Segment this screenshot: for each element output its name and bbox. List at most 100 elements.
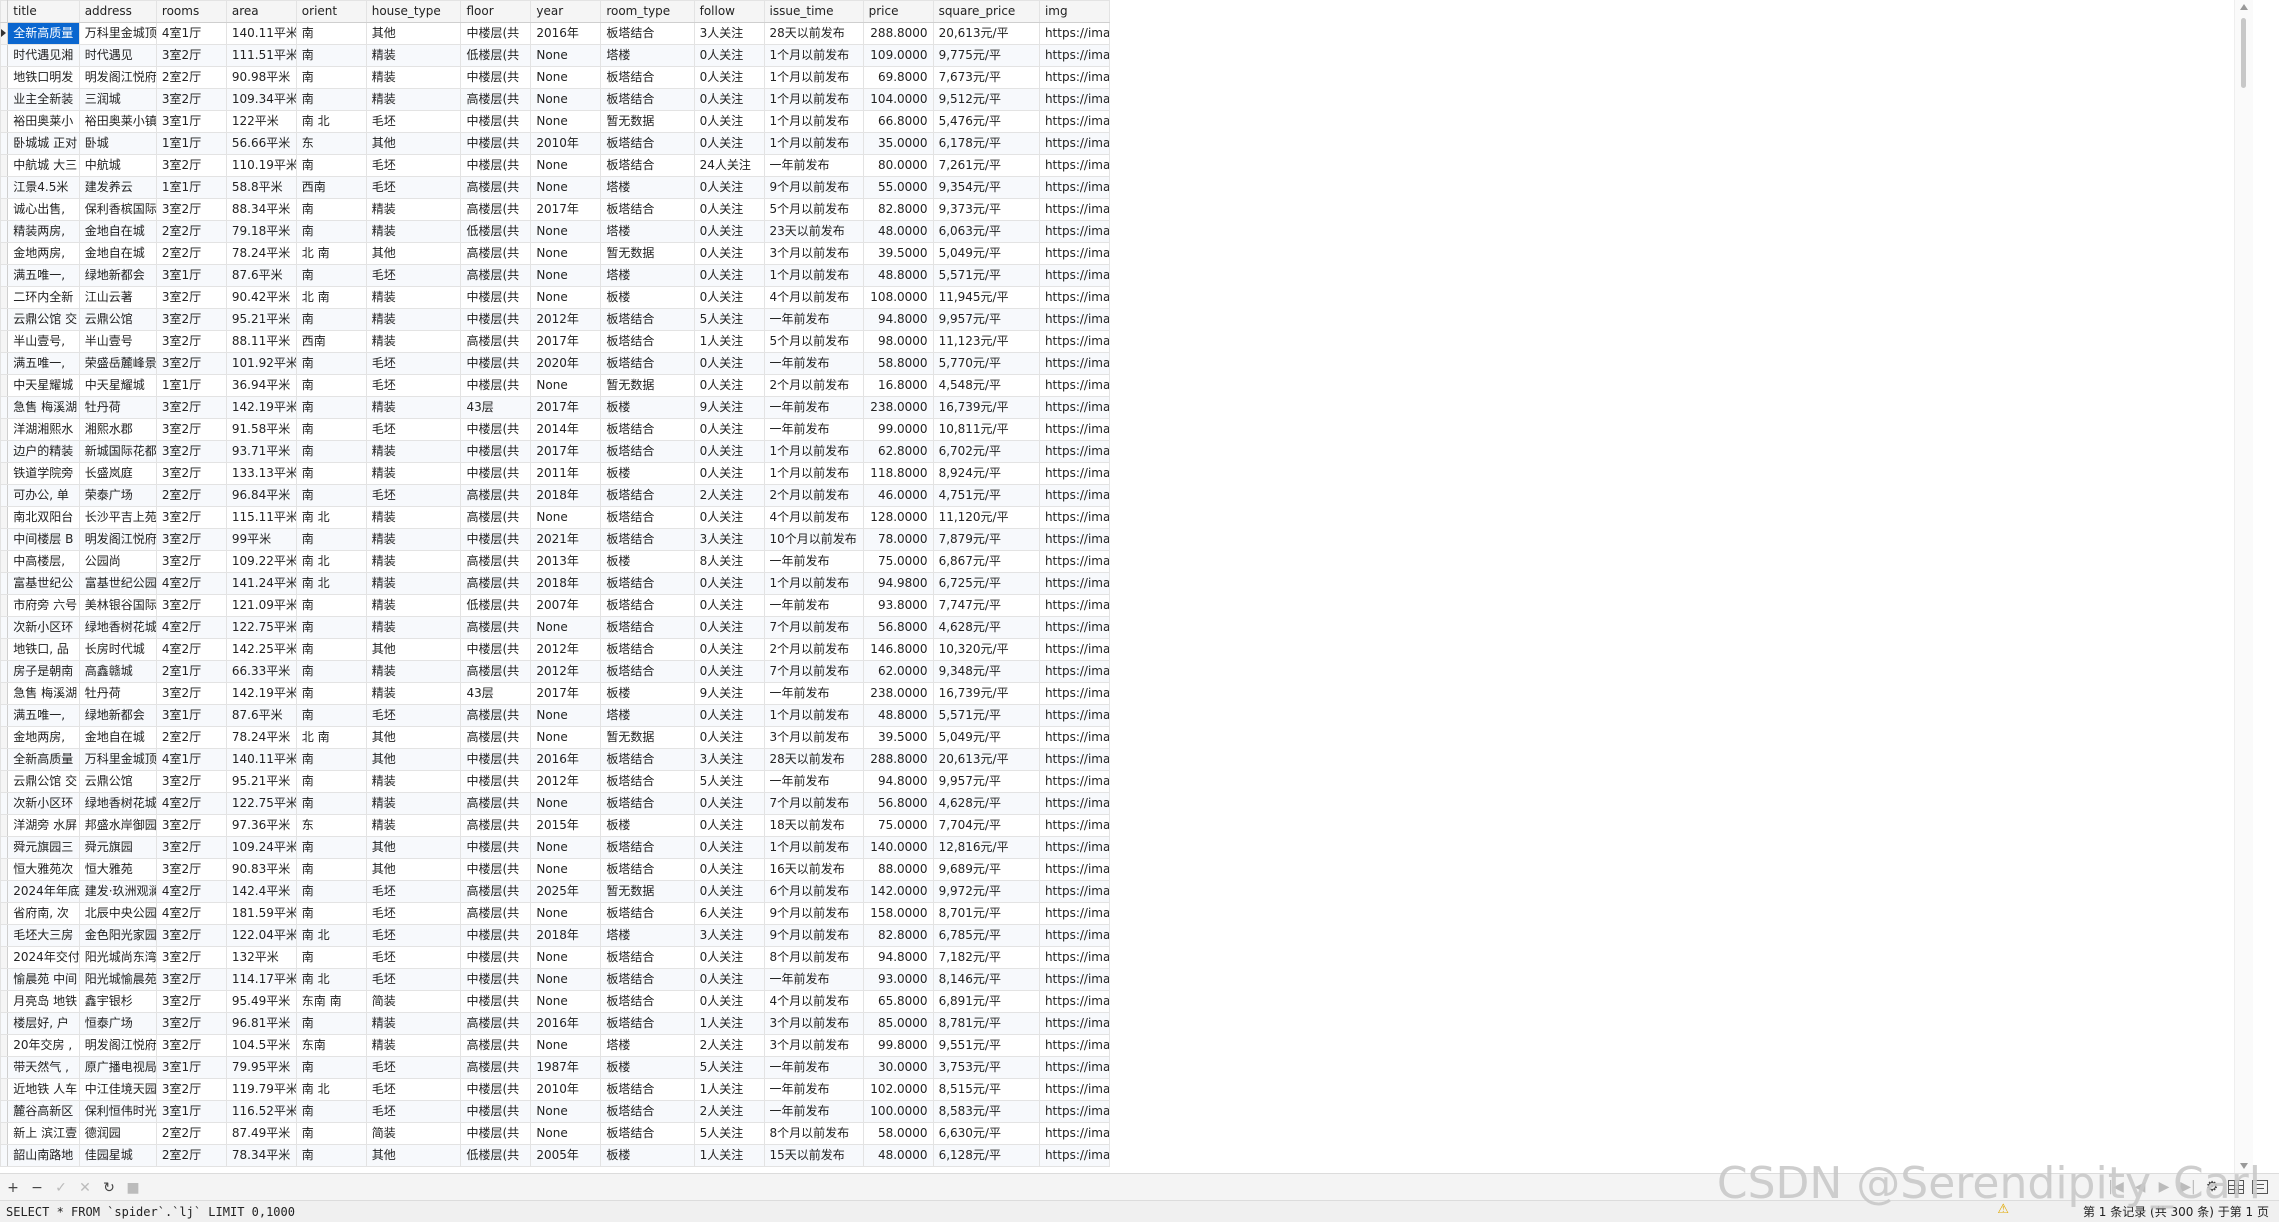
cell-square-price[interactable]: 6,891元/平 (932, 990, 1040, 1013)
cell-img[interactable]: https://ima (1038, 220, 1111, 243)
cell-room-type[interactable]: 板塔结合 (600, 132, 695, 155)
cell-floor[interactable]: 中楼层(共 (460, 770, 532, 793)
cell-room-type[interactable]: 板塔结合 (600, 1012, 695, 1035)
cell-square-price[interactable]: 16,739元/平 (932, 682, 1040, 705)
cell-follow[interactable]: 0人关注 (693, 44, 765, 67)
cell-rooms[interactable]: 2室1厅 (155, 660, 227, 683)
cell-floor[interactable]: 高楼层(共 (460, 880, 532, 903)
cell-follow[interactable]: 2人关注 (693, 1100, 765, 1123)
cell-rooms[interactable]: 1室1厅 (155, 132, 227, 155)
table-row[interactable]: 房子是朝南 高鑫赣城 2室1厅 66.33平米南精装 高楼层(共 2012年 板塔结合 0人关… (0, 660, 1111, 683)
cell-address[interactable]: 卧城 (78, 132, 157, 155)
cell-issue-time[interactable]: 9个月以前发布 (763, 176, 864, 199)
cell-title[interactable]: 急售 梅溪湖 (7, 682, 80, 705)
cell-follow[interactable]: 0人关注 (693, 858, 765, 881)
table-row[interactable]: 近地铁 人车 中江佳境天园 3室2厅 119.79平米南 北毛坯 中楼层(共 2010年板… (0, 1078, 1111, 1101)
cell-floor[interactable]: 中楼层(共 (460, 418, 532, 441)
cell-square-price[interactable]: 10,811元/平 (932, 418, 1040, 441)
cell-area[interactable]: 91.58平米 (225, 418, 297, 441)
cell-img[interactable]: https://ima (1038, 374, 1111, 397)
cell-rooms[interactable]: 4室2厅 (155, 902, 227, 925)
cell-floor[interactable]: 中楼层(共 (460, 286, 532, 309)
first-page-button[interactable]: |◀ (2105, 1176, 2127, 1198)
cell-floor[interactable]: 高楼层(共 (460, 1012, 532, 1035)
table-row[interactable]: 精装两房, 金地自在城 2室2厅 79.18平米南精装 低楼层(共 None 塔楼 0人关注 2… (0, 220, 1111, 243)
cell-img[interactable]: https://ima (1038, 44, 1111, 67)
warning-icon[interactable]: ⚠ (1997, 1202, 2009, 1217)
cell-img[interactable]: https://ima (1038, 176, 1111, 199)
cell-square-price[interactable]: 4,548元/平 (932, 374, 1040, 397)
cell-room-type[interactable]: 暂无数据 (600, 242, 695, 265)
cell-rooms[interactable]: 3室1厅 (155, 110, 227, 133)
cell-area[interactable]: 140.11平米 (225, 748, 297, 771)
cell-title[interactable]: 2024年年底 (7, 880, 80, 903)
cell-issue-time[interactable]: 一年前发布 (763, 682, 864, 705)
row-gutter[interactable] (0, 616, 9, 639)
cell-img[interactable]: https://ima (1038, 1034, 1111, 1057)
cell-room-type[interactable]: 板塔结合 (600, 968, 695, 991)
cell-house-type[interactable]: 精装 (365, 308, 462, 331)
cell-issue-time[interactable]: 3个月以前发布 (763, 242, 864, 265)
cell-area[interactable]: 142.19平米 (225, 396, 297, 419)
cell-house-type[interactable]: 毛坯 (365, 880, 462, 903)
cell-price[interactable]: 140.0000 (862, 836, 934, 859)
cell-square-price[interactable]: 5,770元/平 (932, 352, 1040, 375)
cell-area[interactable]: 95.21平米 (225, 770, 297, 793)
cell-floor[interactable]: 43层 (460, 396, 532, 419)
cell-issue-time[interactable]: 23天以前发布 (763, 220, 864, 243)
cell-address[interactable]: 绿地新都会 (78, 264, 157, 287)
cell-square-price[interactable]: 4,628元/平 (932, 616, 1040, 639)
cell-house-type[interactable]: 毛坯 (365, 946, 462, 969)
cell-orient[interactable]: 南 (295, 154, 367, 177)
cell-orient[interactable]: 西南 (295, 330, 367, 353)
cell-orient[interactable]: 南 (295, 44, 367, 67)
cell-area[interactable]: 78.24平米 (225, 726, 297, 749)
cell-issue-time[interactable]: 1个月以前发布 (763, 88, 864, 111)
cell-img[interactable]: https://ima (1038, 132, 1111, 155)
cell-address[interactable]: 建发养云 (78, 176, 157, 199)
cell-orient[interactable]: 南 (295, 748, 367, 771)
cell-issue-time[interactable]: 1个月以前发布 (763, 462, 864, 485)
table-row[interactable]: 地铁口, 品长房时代城 4室2厅 142.25平米南其他 中楼层(共 2012年 板塔结合… (0, 638, 1111, 661)
row-gutter[interactable] (0, 1034, 9, 1057)
cell-square-price[interactable]: 8,701元/平 (932, 902, 1040, 925)
cell-address[interactable]: 公园尚 (78, 550, 157, 573)
cell-area[interactable]: 121.09平米 (225, 594, 297, 617)
cell-title[interactable]: 江景4.5米 (7, 176, 80, 199)
cell-img[interactable]: https://ima (1038, 462, 1111, 485)
cell-title[interactable]: 时代遇见湘 (7, 44, 80, 67)
cell-floor[interactable]: 中楼层(共 (460, 924, 532, 947)
cell-follow[interactable]: 1人关注 (693, 1144, 765, 1167)
cell-square-price[interactable]: 9,689元/平 (932, 858, 1040, 881)
cell-price[interactable]: 48.8000 (862, 264, 934, 287)
cell-rooms[interactable]: 3室2厅 (155, 440, 227, 463)
cell-title[interactable]: 洋湖湘熙水 (7, 418, 80, 441)
row-gutter[interactable] (0, 462, 9, 485)
cell-follow[interactable]: 0人关注 (693, 66, 765, 89)
cell-square-price[interactable]: 8,583元/平 (932, 1100, 1040, 1123)
cell-floor[interactable]: 中楼层(共 (460, 154, 532, 177)
table-row[interactable]: 舜元旗园三 舜元旗园 3室2厅 109.24平米南其他 中楼层(共 None 板塔结合 0人关… (0, 836, 1111, 859)
cell-floor[interactable]: 中楼层(共 (460, 748, 532, 771)
cell-price[interactable]: 108.0000 (862, 286, 934, 309)
cell-follow[interactable]: 0人关注 (693, 110, 765, 133)
cell-title[interactable]: 铁道学院旁 (7, 462, 80, 485)
cell-floor[interactable]: 中楼层(共 (460, 308, 532, 331)
cell-img[interactable]: https://ima (1038, 880, 1111, 903)
cell-price[interactable]: 82.8000 (862, 198, 934, 221)
column-header-title[interactable]: title (7, 0, 80, 23)
cell-orient[interactable]: 北 南 (295, 726, 367, 749)
cell-rooms[interactable]: 3室2厅 (155, 946, 227, 969)
cell-issue-time[interactable]: 1个月以前发布 (763, 132, 864, 155)
table-row[interactable]: 韶山南路地 佳园星城 2室2厅 78.34平米南其他 低楼层(共 2005年 板楼 1人关注 1… (0, 1144, 1111, 1167)
cell-follow[interactable]: 0人关注 (693, 594, 765, 617)
cell-issue-time[interactable]: 2个月以前发布 (763, 374, 864, 397)
cell-area[interactable]: 87.6平米 (225, 704, 297, 727)
cell-rooms[interactable]: 3室1厅 (155, 704, 227, 727)
cell-room-type[interactable]: 板塔结合 (600, 22, 695, 45)
cell-rooms[interactable]: 3室2厅 (155, 858, 227, 881)
cell-area[interactable]: 88.11平米 (225, 330, 297, 353)
cell-area[interactable]: 90.42平米 (225, 286, 297, 309)
cell-title[interactable]: 楼层好, 户 (7, 1012, 80, 1035)
row-gutter[interactable] (0, 264, 9, 287)
